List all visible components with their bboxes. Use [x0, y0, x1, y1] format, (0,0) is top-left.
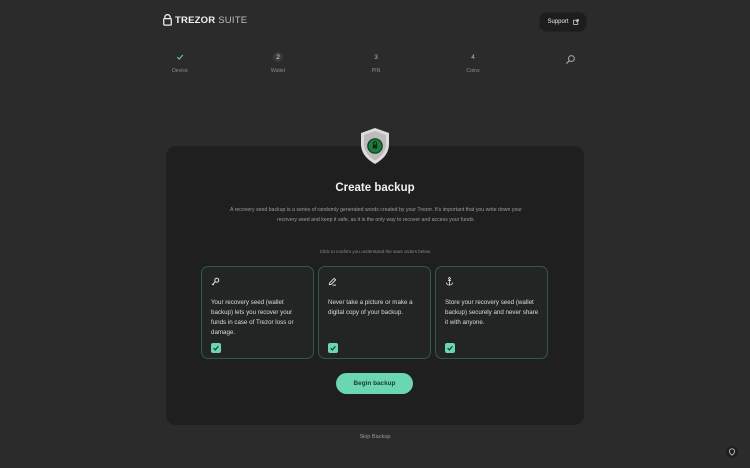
step-device: Device — [160, 52, 200, 74]
anchor-icon — [445, 277, 454, 286]
backup-tile-recover-text: Your recovery seed (wallet backup) lets … — [211, 299, 294, 336]
page-title: Create backup — [335, 182, 415, 194]
tile-checkbox-recover[interactable] — [211, 343, 221, 353]
step-device-label: Device — [172, 68, 188, 74]
magnifier-icon — [565, 55, 575, 65]
step-coins: 4 Coins — [453, 52, 493, 75]
step-coins-label: Coins — [466, 68, 480, 74]
step-wallet: 2 Wallet — [258, 52, 298, 74]
backup-tile-store-text: Store your recovery seed (wallet backup)… — [445, 299, 539, 326]
checkmark-icon — [213, 345, 219, 351]
checkmark-icon — [330, 345, 336, 351]
backup-tile-store-securely[interactable]: Store your recovery seed (wallet backup)… — [435, 266, 548, 359]
step-pin-label: PIN — [371, 68, 381, 74]
tile-checkbox-no-photo[interactable] — [328, 343, 338, 353]
logo-text-strong: TREZOR — [175, 14, 216, 26]
checkmark-icon — [176, 54, 184, 60]
step-device-indicator — [175, 52, 185, 62]
backup-tile-no-photo[interactable]: Never take a picture or make a digital c… — [318, 266, 431, 359]
support-label: Support — [547, 19, 569, 25]
key-icon — [211, 277, 220, 286]
backup-description: A recovery seed backup is a series of ra… — [230, 207, 522, 223]
backup-tile-no-photo-text: Never take a picture or make a digital c… — [328, 299, 413, 316]
guide-icon — [729, 448, 735, 456]
checkmark-icon — [447, 345, 453, 351]
begin-backup-button[interactable]: Begin backup — [336, 373, 413, 394]
app-window: TREZOR SUITE Support Device 2 Wallet 3 PI… — [0, 0, 750, 468]
guide-button[interactable] — [726, 446, 738, 458]
backup-tile-recover[interactable]: Your recovery seed (wallet backup) lets … — [201, 266, 314, 359]
lock-icon — [163, 14, 172, 26]
step-wallet-number: 2 — [273, 52, 283, 62]
shield-icon — [361, 128, 389, 164]
step-wallet-label: Wallet — [270, 68, 286, 74]
logo-text-light: SUITE — [218, 14, 248, 26]
tile-checkbox-store[interactable] — [445, 343, 455, 353]
skip-backup-link[interactable]: Skip Backup — [166, 434, 584, 440]
external-link-icon — [572, 19, 579, 25]
step-coins-number: 4 — [471, 53, 475, 61]
trezor-suite-logo: TREZOR SUITE — [163, 13, 247, 27]
step-pin-number: 3 — [374, 53, 378, 61]
pencil-icon — [328, 277, 337, 286]
step-pin: 3 PIN — [356, 52, 396, 75]
support-button[interactable]: Support — [540, 13, 586, 31]
confirm-hint: Click to confirm you understand the want… — [319, 249, 431, 254]
